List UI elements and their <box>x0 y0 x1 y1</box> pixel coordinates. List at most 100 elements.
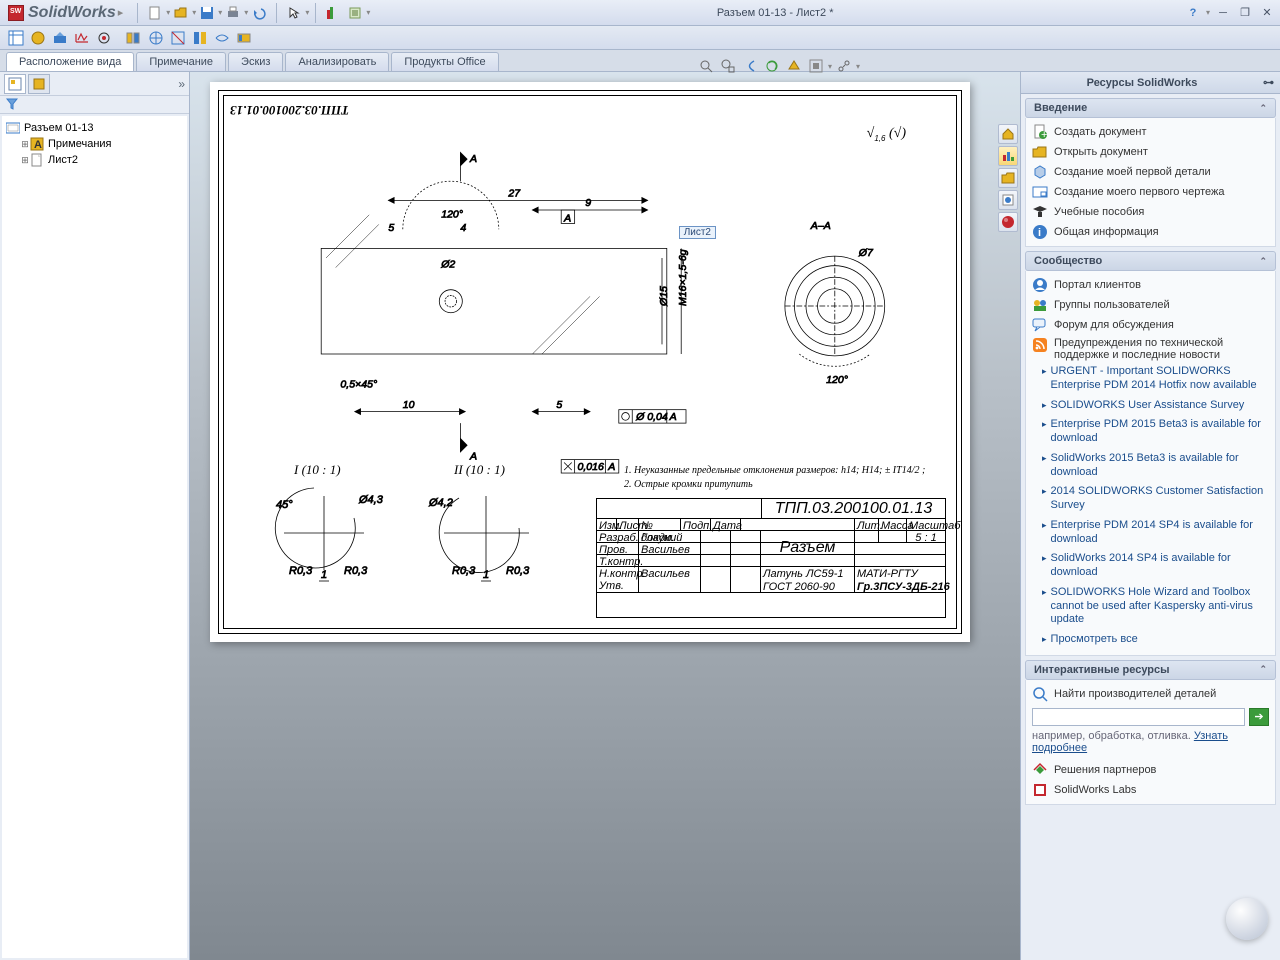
link-tutorials[interactable]: Учебные пособия <box>1032 202 1269 222</box>
fm-tab-tree[interactable] <box>4 74 26 94</box>
svg-text:4: 4 <box>460 222 466 234</box>
expand-icon[interactable]: ⊞ <box>20 155 30 166</box>
panel-community-header[interactable]: Сообщество⌃ <box>1025 251 1276 271</box>
display-style-icon[interactable] <box>784 56 804 76</box>
svg-text:i: i <box>1038 227 1041 239</box>
tab-evaluate[interactable]: Анализировать <box>285 52 389 71</box>
news-item[interactable]: ▸SOLIDWORKS User Assistance Survey <box>1032 397 1269 417</box>
svg-text:А–А: А–А <box>810 220 831 232</box>
tree-item-sheet[interactable]: ⊞ Лист2 <box>4 152 185 168</box>
link-sw-labs[interactable]: SolidWorks Labs <box>1032 780 1269 800</box>
toolbar-icon[interactable] <box>94 28 114 48</box>
link-tech-alerts[interactable]: Предупреждения по технической поддержке … <box>1032 335 1269 363</box>
rebuild-button[interactable] <box>324 4 342 22</box>
svg-text:5: 5 <box>556 399 562 411</box>
news-item[interactable]: ▸2014 SOLIDWORKS Customer Satisfaction S… <box>1032 483 1269 517</box>
tb-part-name: Разъем <box>761 531 855 542</box>
search-input[interactable] <box>1032 708 1245 726</box>
toolbar-icon[interactable] <box>146 28 166 48</box>
svg-text:Ø4,3: Ø4,3 <box>358 494 384 506</box>
open-doc-button[interactable] <box>172 4 190 22</box>
tree-root[interactable]: Разъем 01-13 <box>4 120 185 136</box>
close-button[interactable]: ✕ <box>1258 5 1276 21</box>
link-general-info[interactable]: iОбщая информация <box>1032 222 1269 242</box>
toolbar-icon[interactable] <box>50 28 70 48</box>
tab-office[interactable]: Продукты Office <box>391 52 498 71</box>
link-first-part[interactable]: Создание моей первой детали <box>1032 162 1269 182</box>
panel-intro-header[interactable]: Введение⌃ <box>1025 98 1276 118</box>
graphics-area[interactable]: ТПП.03.200100.01.13 √1,6 (√) Лист2 <box>190 72 1020 960</box>
tab-sketch[interactable]: Эскиз <box>228 52 283 71</box>
svg-text:1: 1 <box>483 569 489 581</box>
toolbar-icon[interactable] <box>28 28 48 48</box>
link-open-doc[interactable]: Открыть документ <box>1032 142 1269 162</box>
prev-view-icon[interactable] <box>740 56 760 76</box>
link-forum[interactable]: Форум для обсуждения <box>1032 315 1269 335</box>
news-item[interactable]: ▸SOLIDWORKS Hole Wizard and Toolbox cann… <box>1032 584 1269 631</box>
fm-tab-config[interactable] <box>28 74 50 94</box>
hide-show-icon[interactable] <box>806 56 826 76</box>
select-button[interactable] <box>285 4 303 22</box>
taskpane-explorer-icon[interactable] <box>998 190 1018 210</box>
toolbar-icon[interactable] <box>72 28 92 48</box>
panel-interactive-header[interactable]: Интерактивные ресурсы⌃ <box>1025 660 1276 680</box>
drawing-sheet[interactable]: ТПП.03.200100.01.13 √1,6 (√) Лист2 <box>210 82 970 642</box>
tb-number: ТПП.03.200100.01.13 <box>762 499 945 518</box>
zoom-fit-icon[interactable] <box>696 56 716 76</box>
fm-collapse-icon[interactable]: » <box>178 77 185 91</box>
menu-toggle-icon[interactable]: ▸ <box>118 6 124 19</box>
link-customer-portal[interactable]: Портал клиентов <box>1032 275 1269 295</box>
svg-text:R0,3: R0,3 <box>344 565 368 577</box>
zoom-area-icon[interactable] <box>718 56 738 76</box>
feedback-orb[interactable] <box>1226 898 1268 940</box>
new-doc-button[interactable] <box>146 4 164 22</box>
news-item[interactable]: ▸Enterprise PDM 2014 SP4 is available fo… <box>1032 517 1269 551</box>
expand-icon[interactable]: ⊞ <box>20 139 30 150</box>
link-find-manufacturers[interactable]: Найти производителей деталей <box>1032 684 1269 704</box>
view-settings-icon[interactable] <box>834 56 854 76</box>
undo-button[interactable] <box>250 4 268 22</box>
toolbar-icon[interactable] <box>234 28 254 48</box>
panel-intro-body: +Создать документ Открыть документ Созда… <box>1025 118 1276 247</box>
print-button[interactable] <box>224 4 242 22</box>
detail1-label: I (10 : 1) <box>294 462 341 478</box>
link-create-doc[interactable]: +Создать документ <box>1032 122 1269 142</box>
restore-button[interactable]: ❐ <box>1236 5 1254 21</box>
toolbar-icon[interactable] <box>124 28 144 48</box>
help-button[interactable]: ? <box>1184 5 1202 21</box>
link-user-groups[interactable]: Группы пользователей <box>1032 295 1269 315</box>
svg-text:R0,3: R0,3 <box>289 565 313 577</box>
resources-title: Ресурсы SolidWorks ⊶ <box>1021 72 1280 94</box>
feature-tree: Разъем 01-13 ⊞ A Примечания ⊞ Лист2 <box>2 116 187 958</box>
search-go-button[interactable]: ➔ <box>1249 708 1269 726</box>
feature-manager-panel: » Разъем 01-13 ⊞ A Примечания ⊞ Лист2 <box>0 72 190 960</box>
link-partner-solutions[interactable]: Решения партнеров <box>1032 760 1269 780</box>
minimize-button[interactable]: ─ <box>1214 5 1232 21</box>
section-view-icon[interactable] <box>762 56 782 76</box>
taskpane-home-icon[interactable] <box>998 124 1018 144</box>
toolbar-icon[interactable] <box>212 28 232 48</box>
pin-icon[interactable]: ⊶ <box>1263 76 1274 89</box>
toolbar-icon[interactable] <box>168 28 188 48</box>
save-button[interactable] <box>198 4 216 22</box>
search-hint: например, обработка, отливка. Узнать под… <box>1032 730 1269 754</box>
tab-annotation[interactable]: Примечание <box>136 52 226 71</box>
document-title: Разъем 01-13 - Лист2 * <box>370 7 1180 19</box>
options-button[interactable] <box>346 4 364 22</box>
taskpane-library-icon[interactable] <box>998 168 1018 188</box>
toolbar-icon[interactable] <box>6 28 26 48</box>
link-first-drawing[interactable]: Создание моего первого чертежа <box>1032 182 1269 202</box>
link-view-all[interactable]: ▸Просмотреть все <box>1032 631 1269 651</box>
news-item[interactable]: ▸SolidWorks 2015 Beta3 is available for … <box>1032 450 1269 484</box>
fm-filter-row[interactable] <box>0 96 189 114</box>
news-item[interactable]: ▸Enterprise PDM 2015 Beta3 is available … <box>1032 416 1269 450</box>
tree-root-label: Разъем 01-13 <box>24 122 94 134</box>
taskpane-tabs <box>998 124 1018 234</box>
taskpane-appearance-icon[interactable] <box>998 212 1018 232</box>
news-item[interactable]: ▸SolidWorks 2014 SP4 is available for do… <box>1032 550 1269 584</box>
tab-view-layout[interactable]: Расположение вида <box>6 52 134 71</box>
taskpane-resources-icon[interactable] <box>998 146 1018 166</box>
tree-item-annotations[interactable]: ⊞ A Примечания <box>4 136 185 152</box>
news-item[interactable]: ▸URGENT - Important SOLIDWORKS Enterpris… <box>1032 363 1269 397</box>
toolbar-icon[interactable] <box>190 28 210 48</box>
